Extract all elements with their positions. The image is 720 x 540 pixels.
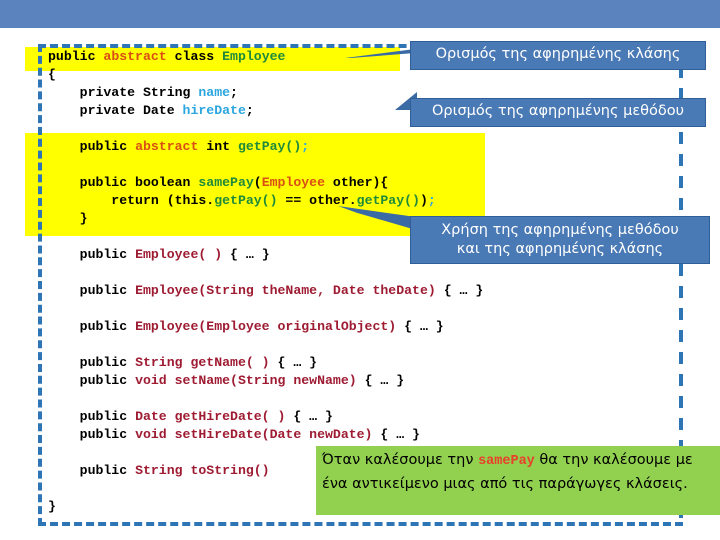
code-token: ; <box>245 103 254 118</box>
top-decoration-bar <box>0 0 720 28</box>
code-line: public String getName( ) { … } <box>48 354 483 372</box>
code-token: public <box>48 139 136 154</box>
code-token: public <box>48 49 104 64</box>
code-line: public boolean samePay(Employee other){ <box>48 174 483 192</box>
code-token: { … } <box>222 247 270 262</box>
code-token: void setName(String newName) <box>135 373 357 388</box>
code-token: { <box>48 67 56 82</box>
code-token: public <box>48 355 136 370</box>
code-token: Date getHireDate( ) <box>135 409 286 424</box>
code-token: public <box>48 427 136 442</box>
code-token: public <box>48 409 136 424</box>
code-token: hireDate <box>182 103 246 118</box>
code-token: public <box>48 247 136 262</box>
note-text-part1: Όταν καλέσουμε την <box>322 452 479 468</box>
code-token: getPay() <box>214 193 278 208</box>
code-token: String getName( ) <box>135 355 270 370</box>
code-token: } <box>48 211 88 226</box>
callout-abstract-class: Ορισμός της αφηρημένης κλάσης <box>410 41 706 70</box>
code-token: String toString() <box>135 463 270 478</box>
code-token: { … } <box>285 409 333 424</box>
code-token: { … } <box>396 319 444 334</box>
code-token: public <box>48 463 136 478</box>
callout-usage: Χρήση της αφηρημένης μεθόδου και της αφη… <box>410 216 710 264</box>
callout-abstract-method: Ορισμός της αφηρημένης μεθόδου <box>410 98 706 127</box>
callout-abstract-method-text: Ορισμός της αφηρημένης μεθόδου <box>431 103 685 119</box>
code-token: samePay <box>198 175 254 190</box>
code-token: public <box>48 373 136 388</box>
code-token: Employee(Employee originalObject) <box>135 319 397 334</box>
code-token: abstract <box>103 49 175 64</box>
code-token: private Date <box>48 103 183 118</box>
code-token: ( <box>253 175 262 190</box>
callout-usage-line2: και της αφηρημένης κλάσης <box>456 241 664 257</box>
code-line: public Employee(String theName, Date the… <box>48 282 484 300</box>
code-line: public Employee(Employee originalObject)… <box>48 318 483 336</box>
code-token: abstract <box>135 139 207 154</box>
note-code-samepay: samePay <box>478 454 535 469</box>
code-token: int <box>206 139 238 154</box>
code-token: void setHireDate(Date newDate) <box>135 427 373 442</box>
code-token: class <box>174 49 223 64</box>
code-token: name <box>198 85 231 100</box>
code-token: { … } <box>356 373 405 388</box>
code-line: return (this.getPay() == other.getPay())… <box>48 192 483 210</box>
note-samepay-usage: Όταν καλέσουμε την samePay θα την καλέσο… <box>316 446 720 515</box>
code-line: public Date getHireDate( ) { … } <box>48 408 483 426</box>
code-token: public boolean <box>48 175 199 190</box>
code-token: other){ <box>325 175 389 190</box>
code-token: getPay() <box>356 193 420 208</box>
code-token: { … } <box>269 355 318 370</box>
code-token: Employee(String theName, Date theDate) <box>135 283 436 298</box>
callout-usage-line1: Χρήση της αφηρημένης μεθόδου <box>441 222 679 238</box>
code-token: Employee( ) <box>135 247 223 262</box>
code-token: getPay() <box>237 139 302 154</box>
code-token: private String <box>48 85 199 100</box>
code-token: Employee <box>222 49 286 64</box>
code-token: ) <box>419 193 428 208</box>
code-line: public abstract int getPay(); <box>48 138 483 156</box>
code-token: { … } <box>372 427 420 442</box>
code-line: public void setName(String newName) { … … <box>48 372 483 390</box>
code-token: return (this. <box>48 193 215 208</box>
callout-abstract-class-text: Ορισμός της αφηρημένης κλάσης <box>435 46 681 62</box>
code-token: ; <box>427 193 436 208</box>
code-token: { … } <box>435 283 484 298</box>
code-token: public <box>48 319 136 334</box>
code-token: Employee <box>261 175 326 190</box>
code-token: ; <box>301 139 310 154</box>
code-token: == other. <box>277 193 357 208</box>
code-token: public <box>48 283 136 298</box>
slide-canvas: public abstract class Employee { private … <box>0 0 720 540</box>
code-line: public void setHireDate(Date newDate) { … <box>48 426 483 444</box>
code-token: } <box>48 499 56 514</box>
code-token: ; <box>230 85 238 100</box>
